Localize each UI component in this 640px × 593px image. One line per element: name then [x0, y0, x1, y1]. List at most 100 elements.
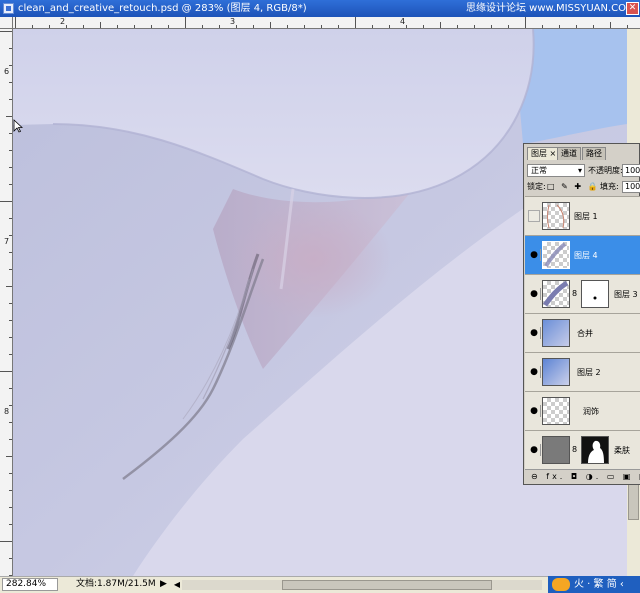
layer-row[interactable]: ● 图层 2	[525, 352, 640, 391]
ruler-tick	[9, 473, 12, 474]
ruler-number: 3	[230, 17, 236, 26]
layer-row[interactable]: 图层 1	[525, 196, 640, 235]
layer-thumbnail	[542, 280, 570, 308]
ruler-tick	[372, 25, 373, 28]
ruler-tick	[83, 25, 84, 28]
ruler-tick	[9, 320, 12, 321]
layer-row[interactable]: ● 8 柔肤	[525, 430, 640, 469]
layers-panel[interactable]: 图层 × 通道 路径 正常 ▾ 不透明度: 100% 锁定: □ ✎ ✚ 🔒 填…	[523, 143, 640, 485]
layer-row[interactable]: ● 图层 4	[525, 235, 640, 274]
layer-thumbnail	[542, 241, 570, 269]
eye-icon[interactable]: ●	[528, 405, 541, 417]
zoom-level-input[interactable]: 282.84%	[2, 578, 58, 591]
ruler-tick	[525, 17, 526, 28]
ruler-tick	[9, 388, 12, 389]
layer-thumbnail	[542, 358, 570, 386]
ruler-tick	[627, 25, 628, 28]
ruler-tick	[9, 48, 12, 49]
fill-input[interactable]: 100%	[622, 181, 640, 193]
layer-row[interactable]: ● 合并	[525, 313, 640, 352]
ruler-tick	[9, 405, 12, 406]
layer-mask-thumbnail[interactable]	[581, 280, 609, 308]
vertical-scroll-thumb[interactable]	[628, 480, 639, 520]
scroll-left-arrow-icon[interactable]: ◀	[172, 579, 182, 590]
eye-icon[interactable]: ●	[528, 249, 541, 261]
ruler-tick	[0, 371, 12, 372]
title-bar[interactable]: clean_and_creative_retouch.psd @ 283% (图…	[0, 0, 640, 17]
horizontal-scroll-thumb[interactable]	[282, 580, 492, 590]
eye-icon[interactable]: ●	[528, 444, 541, 456]
ruler-tick	[9, 252, 12, 253]
visibility-toggle[interactable]	[528, 210, 540, 222]
ruler-tick	[9, 235, 12, 236]
vertical-ruler[interactable]: 6 7 8	[0, 29, 13, 576]
ruler-tick	[100, 22, 101, 28]
layer-name: 图层 4	[574, 251, 598, 260]
tab-channels[interactable]: 通道	[557, 147, 581, 160]
layer-mask-thumbnail[interactable]	[581, 436, 609, 464]
status-menu-arrow-icon[interactable]: ▶	[160, 577, 167, 592]
ruler-tick	[6, 456, 12, 457]
ruler-tick	[9, 422, 12, 423]
ruler-number: 2	[60, 17, 66, 26]
ruler-number: 8	[4, 407, 10, 416]
ruler-tick	[389, 25, 390, 28]
ruler-tick	[440, 22, 441, 28]
ruler-tick	[9, 65, 12, 66]
ruler-tick	[559, 25, 560, 28]
arrow-cursor-icon	[13, 119, 23, 133]
eye-icon[interactable]: ●	[528, 366, 541, 378]
layer-thumbnail	[542, 202, 570, 230]
layer-row[interactable]: ● 润饰	[525, 391, 640, 430]
ruler-tick	[0, 201, 12, 202]
tab-layers[interactable]: 图层 ×	[527, 147, 561, 160]
opacity-input[interactable]: 100%	[622, 164, 640, 177]
ruler-tick	[134, 25, 135, 28]
tab-paths[interactable]: 路径	[582, 147, 606, 160]
status-bar: 282.84% 文档:1.87M/21.5M ▶ ◀	[0, 576, 640, 593]
close-icon[interactable]: ✕	[626, 2, 639, 15]
ruler-tick	[185, 17, 186, 28]
layer-thumbnail-art	[543, 280, 569, 307]
ruler-tick	[9, 167, 12, 168]
ruler-tick	[15, 17, 16, 28]
chevron-down-icon: ▾	[577, 166, 582, 175]
lock-label: 锁定:	[527, 182, 546, 191]
link-chain-icon[interactable]: 8	[572, 445, 577, 454]
layer-thumbnail-art	[544, 242, 567, 268]
lock-icons[interactable]: □ ✎ ✚ 🔒	[547, 181, 600, 193]
site-watermark: 思缘设计论坛 www.MISSYUAN.COM	[466, 3, 635, 14]
ruler-tick	[508, 25, 509, 28]
ruler-tick	[355, 17, 356, 28]
ruler-tick	[491, 25, 492, 28]
horizontal-ruler[interactable]: 2 3 4	[13, 17, 640, 29]
link-chain-icon[interactable]: 8	[572, 289, 577, 298]
ruler-number: 7	[4, 237, 10, 246]
ruler-tick	[253, 25, 254, 28]
ruler-tick	[9, 218, 12, 219]
ruler-tick	[9, 490, 12, 491]
ruler-tick	[270, 22, 271, 28]
ruler-tick	[287, 25, 288, 28]
document-size-info[interactable]: 文档:1.87M/21.5M	[76, 577, 156, 592]
layer-row[interactable]: ● 8 图层 3	[525, 274, 640, 313]
ruler-tick	[202, 25, 203, 28]
layers-panel-toolbar[interactable]: ⊖ fx. ◘ ◑. ▭ ▣ ▥	[525, 469, 640, 484]
ruler-tick	[474, 25, 475, 28]
blend-mode-select[interactable]: 正常 ▾	[527, 164, 585, 177]
ime-logo-icon[interactable]	[552, 578, 570, 591]
ruler-tick	[9, 354, 12, 355]
ruler-tick	[0, 31, 12, 32]
layer-mask-art	[593, 296, 597, 300]
ruler-number: 4	[400, 17, 406, 26]
ruler-tick	[151, 25, 152, 28]
ruler-tick	[236, 25, 237, 28]
ruler-origin[interactable]	[0, 17, 13, 29]
layer-thumbnail-art	[547, 204, 565, 229]
eye-icon[interactable]: ●	[528, 327, 541, 339]
ruler-tick	[9, 150, 12, 151]
ruler-tick	[32, 25, 33, 28]
ruler-tick	[9, 337, 12, 338]
ruler-tick	[338, 25, 339, 28]
eye-icon[interactable]: ●	[528, 288, 541, 300]
